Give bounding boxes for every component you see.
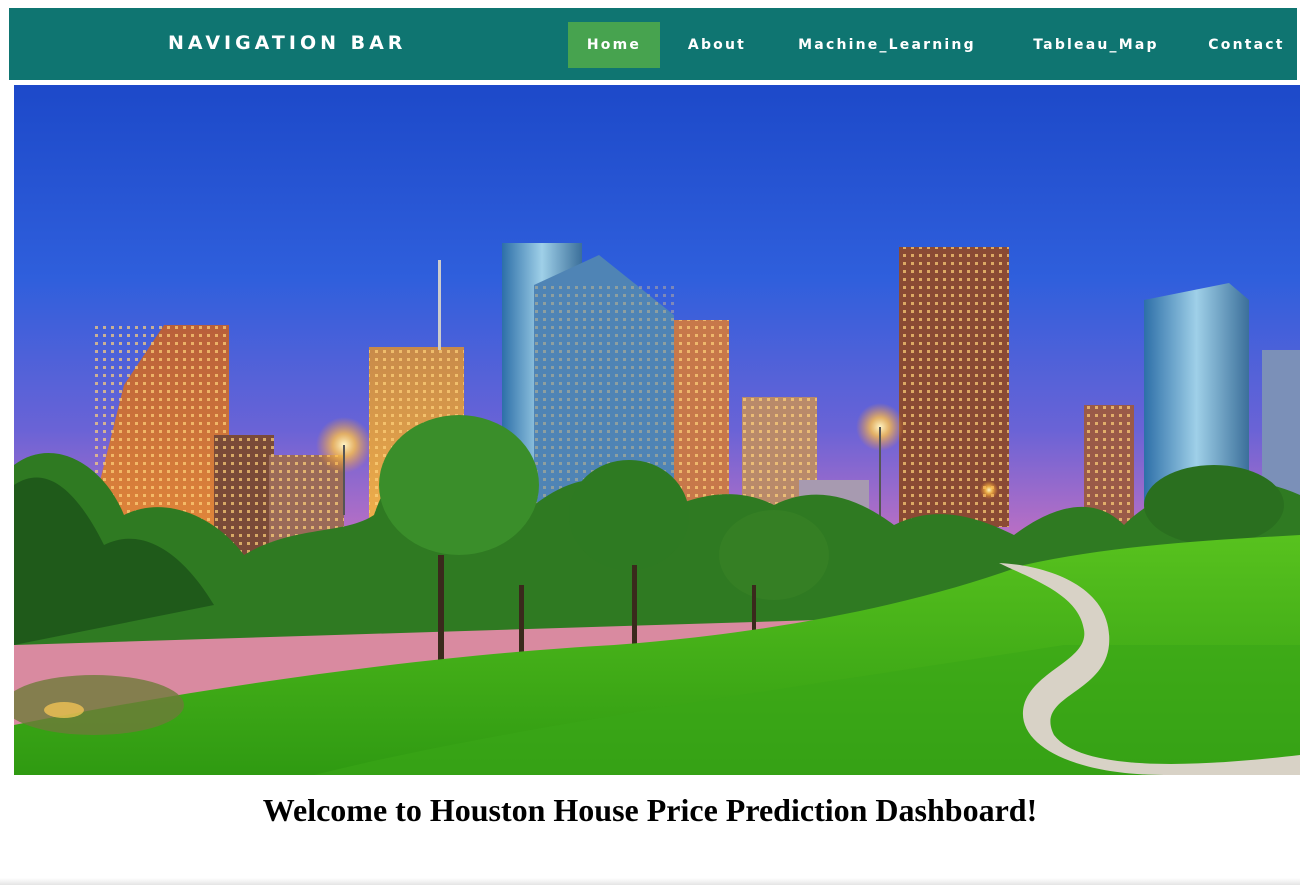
navigation-bar: NAVIGATION BAR Home About Machine_Learni…: [9, 8, 1297, 80]
brand-title: NAVIGATION BAR: [168, 32, 407, 54]
hero-image: [14, 85, 1300, 775]
nav-item-home[interactable]: Home: [568, 22, 660, 68]
nav-item-machine-learning[interactable]: Machine_Learning: [782, 22, 992, 68]
nav-item-about[interactable]: About: [674, 22, 760, 68]
houston-skyline-illustration: [14, 85, 1300, 775]
welcome-heading: Welcome to Houston House Price Predictio…: [262, 792, 1038, 828]
nav-item-contact[interactable]: Contact: [1196, 22, 1297, 68]
bottom-divider: [0, 878, 1300, 885]
nav-item-tableau-map[interactable]: Tableau_Map: [1014, 22, 1178, 68]
